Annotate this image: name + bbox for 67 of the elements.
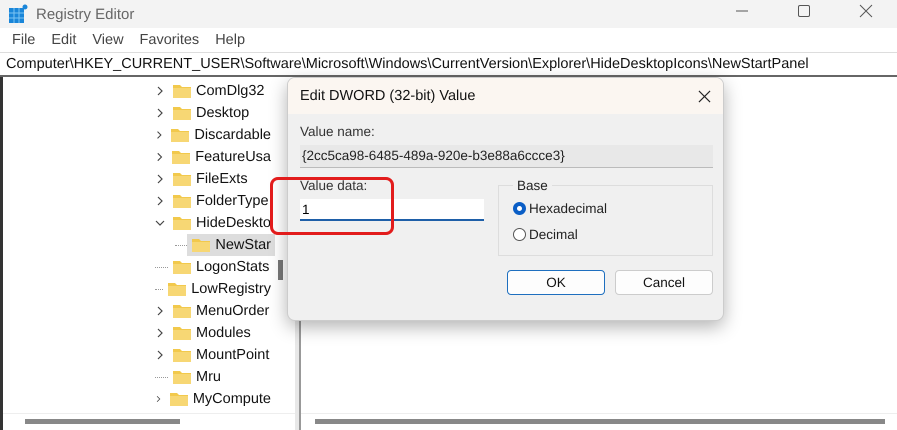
tree-item[interactable]: Mru [168, 366, 225, 388]
radio-label[interactable]: Hexadecimal [529, 200, 608, 216]
chevron-right-icon[interactable] [155, 174, 165, 184]
tree-item[interactable]: NewStar [187, 234, 275, 256]
field-label: Value data: [300, 178, 368, 193]
folder-icon [170, 127, 190, 143]
chevron-right-icon[interactable] [155, 152, 164, 162]
chevron-right-icon[interactable] [155, 350, 165, 360]
folder-icon [191, 237, 212, 253]
menu-item[interactable]: Favorites [140, 32, 200, 48]
folder-icon [172, 193, 192, 209]
radio-button[interactable] [513, 202, 526, 214]
radio-label[interactable]: Decimal [529, 226, 578, 242]
close-icon[interactable] [698, 90, 711, 102]
value-data-field[interactable]: 1 [300, 199, 484, 221]
tree-item[interactable]: Discardable [166, 124, 275, 146]
tree-item[interactable]: FileExts [168, 168, 252, 190]
radio-button[interactable] [513, 228, 526, 240]
folder-icon [171, 149, 192, 165]
group-label: Base [516, 178, 549, 193]
tree-item[interactable]: Desktop [168, 102, 254, 124]
folder-icon [172, 369, 192, 385]
chevron-right-icon[interactable] [155, 130, 164, 140]
folder-icon [172, 105, 192, 121]
folder-icon [172, 215, 192, 231]
menu-item[interactable]: File [12, 32, 36, 48]
folder-icon [167, 281, 188, 297]
menu-item[interactable]: Edit [51, 32, 76, 48]
value-name-field: {2cc5ca98-6485-489a-920e-b3e88a6ccce3} [300, 145, 713, 168]
folder-icon [172, 259, 192, 275]
folder-icon [172, 325, 192, 341]
registry-icon [8, 4, 28, 24]
window-title: Registry Editor [36, 6, 134, 22]
scrollbar-thumb[interactable] [25, 419, 180, 424]
chevron-right-icon[interactable] [155, 108, 165, 118]
dialog-button[interactable]: Cancel [615, 270, 713, 295]
tree-item[interactable]: ComDlg32 [168, 80, 268, 102]
folder-icon [172, 83, 192, 99]
folder-icon [172, 171, 192, 187]
folder-icon [172, 347, 192, 363]
tree-item[interactable]: HideDeskto [168, 212, 275, 234]
chevron-down-icon[interactable] [155, 218, 165, 228]
tree-item[interactable]: FolderType [168, 190, 273, 212]
scrollbar-thumb[interactable] [315, 419, 885, 424]
folder-icon [172, 303, 192, 319]
chevron-right-icon[interactable] [155, 394, 162, 404]
tree-item[interactable]: MountPoint [168, 344, 274, 366]
tree-item[interactable]: MyCompute [164, 388, 275, 410]
field-label: Value name: [300, 124, 376, 139]
chevron-right-icon[interactable] [155, 86, 165, 96]
close-icon[interactable] [859, 4, 873, 18]
chevron-right-icon[interactable] [155, 328, 165, 338]
dialog-title: Edit DWORD (32-bit) Value [300, 88, 476, 104]
tree-item[interactable]: LogonStats [168, 256, 274, 278]
menu-item[interactable]: View [92, 32, 124, 48]
maximize-icon[interactable] [797, 4, 811, 18]
menu-item[interactable]: Help [215, 32, 246, 48]
tree-item[interactable]: Modules [168, 322, 255, 344]
address-bar[interactable]: Computer\HKEY_CURRENT_USER\Software\Microsoft\Windows\CurrentVersion\Explorer\HideDesktopIcons\NewStartPanel [0, 52, 897, 77]
tree-item[interactable]: LowRegistry [163, 278, 275, 300]
dialog-button[interactable]: OK [507, 270, 605, 295]
chevron-right-icon[interactable] [155, 196, 165, 206]
scrollbar-thumb[interactable] [278, 260, 283, 280]
folder-icon [168, 391, 189, 407]
tree-item[interactable]: MenuOrder [168, 300, 274, 322]
chevron-right-icon[interactable] [155, 306, 165, 316]
tree-item[interactable]: FeatureUsa [167, 146, 275, 168]
